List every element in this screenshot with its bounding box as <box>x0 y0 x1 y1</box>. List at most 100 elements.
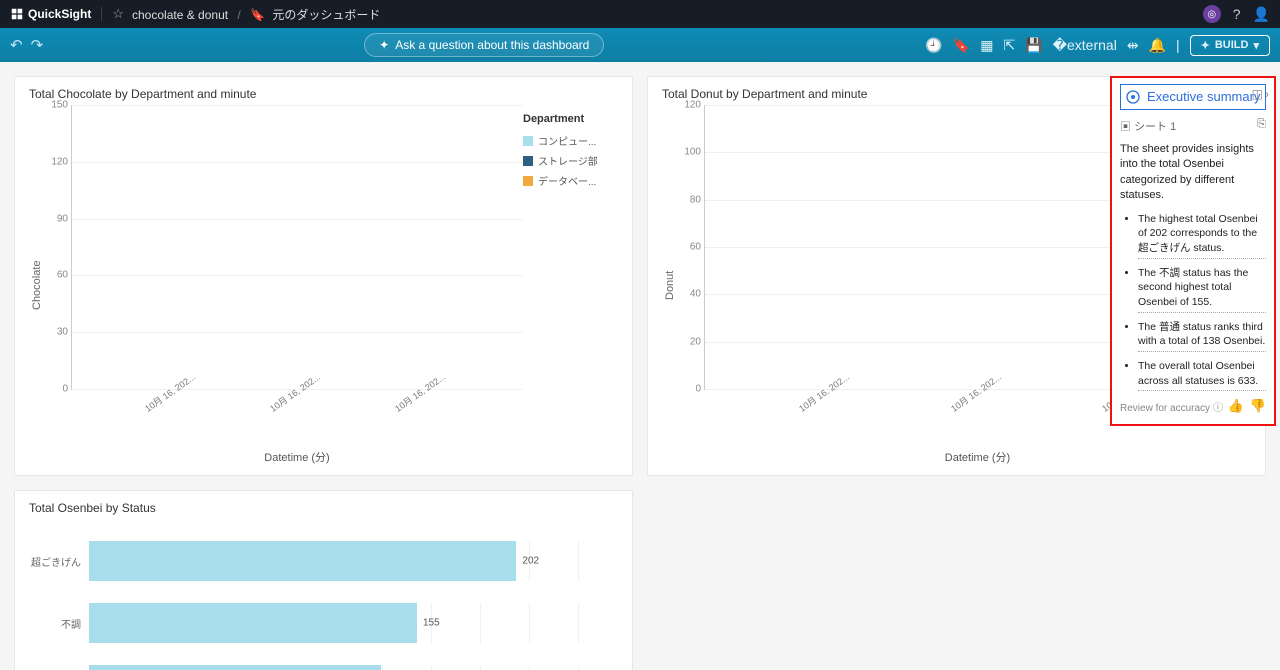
legend-title: Department <box>523 113 618 125</box>
undo-icon[interactable]: ↶ <box>10 36 23 54</box>
sparkle-icon: ✦ <box>379 38 389 52</box>
legend-label: データベー... <box>538 173 596 188</box>
thumbs-up-icon[interactable]: 👍 <box>1228 398 1244 414</box>
favorite-icon[interactable]: ☆ <box>112 6 124 22</box>
summary-bullet: The 不調 status has the second highest tot… <box>1138 266 1266 313</box>
info-icon[interactable]: ⓘ <box>1213 403 1223 414</box>
chart-title: Total Osenbei by Status <box>29 501 618 515</box>
app-header: QuickSight ☆ chocolate & donut / 🔖 元のダッシ… <box>0 0 1280 28</box>
hbar[interactable] <box>89 541 516 581</box>
toolbar-tools: 🕘 🔖 ▦ ⇱ 💾 �external ⇹ 🔔 | ✦ BUILD ▾ <box>925 35 1270 56</box>
y-tick-label: 150 <box>46 100 68 111</box>
y-tick-label: 0 <box>46 384 68 395</box>
summary-header[interactable]: Executive summary ◫ › <box>1120 84 1266 110</box>
header-right: ◎ ? 👤 <box>1203 5 1270 23</box>
breadcrumb-sep: / <box>237 8 240 22</box>
app-name: QuickSight <box>28 7 91 21</box>
summary-bullet: The 普通 status ranks third with a total o… <box>1138 320 1266 352</box>
card-osenbei: Total Osenbei by Status 超ごきげん202 不調 155 普通1… <box>14 490 633 670</box>
legend-items: コンピュー... ストレージ部データベー... <box>523 133 618 188</box>
hbar-row: 超ごきげん202 <box>29 541 618 581</box>
bookmark-icon: 🔖 <box>250 8 265 22</box>
bell-icon[interactable]: 🔔 <box>1149 37 1166 54</box>
build-sparkle-icon: ✦ <box>1201 39 1210 52</box>
build-label: BUILD <box>1215 39 1249 51</box>
summary-ai-icon <box>1125 89 1141 105</box>
legend-item[interactable]: コンピュー... <box>523 133 618 148</box>
ask-label: Ask a question about this dashboard <box>395 38 589 52</box>
chocolate-plot: 0306090120150 <box>71 105 523 390</box>
grid-icon[interactable]: ▦ <box>980 37 993 54</box>
divider: | <box>1176 37 1180 53</box>
legend: Department コンピュー... ストレージ部データベー... <box>523 105 618 465</box>
help-icon[interactable]: ? <box>1233 6 1241 22</box>
history-controls: ↶ ↷ <box>10 36 43 54</box>
y-tick-label: 60 <box>46 270 68 281</box>
legend-swatch <box>523 136 533 146</box>
review-label: Review for accuracy <box>1120 403 1210 414</box>
y-tick-label: 60 <box>679 242 701 253</box>
app-logo[interactable]: QuickSight <box>10 7 102 21</box>
chart-title: Total Chocolate by Department and minute <box>29 87 618 101</box>
sheet-name: シート 1 <box>1134 121 1176 133</box>
copy-icon[interactable]: ⎘ <box>1257 118 1266 134</box>
y-tick-label: 0 <box>679 384 701 395</box>
export-icon[interactable]: ⇱ <box>1003 37 1015 54</box>
quicksight-icon <box>10 7 24 21</box>
bookmark-tool-icon[interactable]: 🔖 <box>953 37 970 54</box>
ask-question-button[interactable]: ✦ Ask a question about this dashboard <box>364 33 604 57</box>
executive-summary-panel: Executive summary ◫ › ▣ シート 1 ⎘ The shee… <box>1110 76 1276 426</box>
y-tick-label: 80 <box>679 194 701 205</box>
panel-close-icon[interactable]: › <box>1265 87 1269 101</box>
y-tick-label: 120 <box>679 100 701 111</box>
card-chocolate: Total Chocolate by Department and minute… <box>14 76 633 476</box>
y-tick-label: 20 <box>679 336 701 347</box>
breadcrumb: chocolate & donut / 🔖 元のダッシュボード <box>132 6 380 23</box>
summary-review-row: Review for accuracy ⓘ 👍 👎 <box>1120 398 1266 414</box>
caret-down-icon: ▾ <box>1253 39 1259 52</box>
summary-bullet: The highest total Osenbei of 202 corresp… <box>1138 212 1266 259</box>
legend-label: コンピュー... <box>538 133 596 148</box>
category-label: 不調 <box>29 616 89 631</box>
y-tick-label: 30 <box>46 327 68 338</box>
hbar[interactable] <box>89 603 417 643</box>
hbar-row: 普通138 <box>29 665 618 670</box>
fit-icon[interactable]: ⇹ <box>1127 37 1139 54</box>
legend-swatch <box>523 176 533 186</box>
hbar[interactable] <box>89 665 381 670</box>
share-icon[interactable]: �external <box>1053 37 1117 54</box>
hbar-row: 不調 155 <box>29 603 618 643</box>
x-axis-title: Datetime (分) <box>71 449 523 465</box>
panel-dock-icon[interactable]: ◫ <box>1252 87 1263 101</box>
dashboard-name[interactable]: 元のダッシュボード <box>272 8 380 22</box>
x-axis-title: Datetime (分) <box>704 449 1251 465</box>
legend-swatch <box>523 156 533 166</box>
sheet-icon: ▣ <box>1120 121 1131 133</box>
osenbei-plot: 超ごきげん202 不調 155 普通138 <box>29 519 618 670</box>
summary-bullets: The highest total Osenbei of 202 corresp… <box>1120 212 1266 392</box>
summary-sheet-row: ▣ シート 1 ⎘ <box>1120 118 1266 134</box>
y-tick-label: 40 <box>679 289 701 300</box>
thumbs-down-icon[interactable]: 👎 <box>1250 398 1266 414</box>
save-icon[interactable]: 💾 <box>1025 37 1042 54</box>
q-badge-icon[interactable]: ◎ <box>1203 5 1221 23</box>
doc-name[interactable]: chocolate & donut <box>132 8 228 22</box>
clock-icon[interactable]: 🕘 <box>925 37 942 54</box>
legend-item[interactable]: ストレージ部 <box>523 153 618 168</box>
summary-bullet: The overall total Osenbei across all sta… <box>1138 359 1266 391</box>
summary-title: Executive summary <box>1147 89 1260 105</box>
legend-item[interactable]: データベー... <box>523 173 618 188</box>
legend-label: ストレージ部 <box>538 153 598 168</box>
y-axis-label: Donut <box>662 105 678 465</box>
redo-icon[interactable]: ↷ <box>31 36 44 54</box>
bar-value-label: 155 <box>423 618 440 629</box>
build-button[interactable]: ✦ BUILD ▾ <box>1190 35 1270 56</box>
summary-description: The sheet provides insights into the tot… <box>1120 142 1266 204</box>
y-tick-label: 100 <box>679 147 701 158</box>
toolbar: ↶ ↷ ✦ Ask a question about this dashboar… <box>0 28 1280 62</box>
user-icon[interactable]: 👤 <box>1253 6 1270 23</box>
category-label: 超ごきげん <box>29 554 89 569</box>
chocolate-xaxis: 10月 16, 202...10月 16, 202...10月 16, 202.… <box>71 390 523 417</box>
y-tick-label: 120 <box>46 156 68 167</box>
y-axis-label: Chocolate <box>29 105 45 465</box>
